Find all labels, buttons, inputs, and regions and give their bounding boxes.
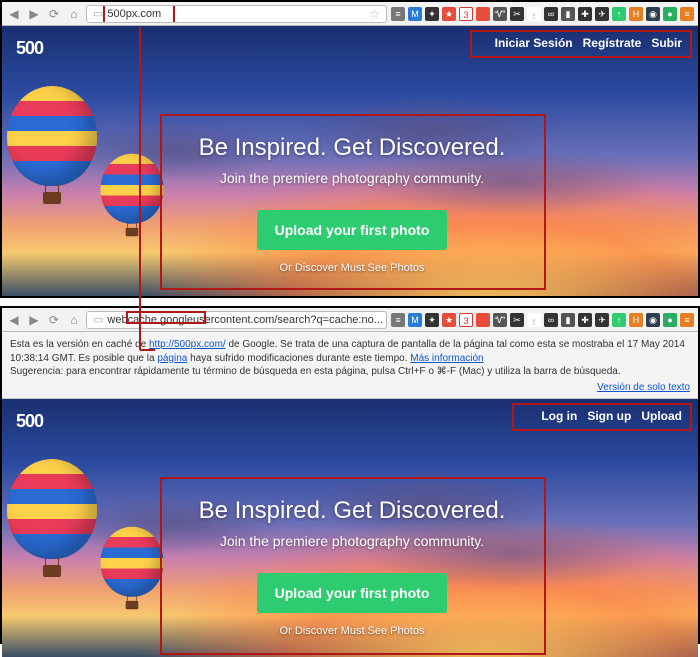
cache-more-info-link[interactable]: Más información [410, 353, 483, 364]
panel-cached-site: ◀ ▶ ⟳ ⌂ ▭ webcache.googleusercontent.com… [0, 306, 700, 644]
url-text: webcache.googleusercontent.com/search?q=… [107, 314, 382, 326]
bookmark-star-icon[interactable]: ☆ [365, 7, 380, 21]
browser-url-bar: ◀ ▶ ⟳ ⌂ ▭ webcache.googleusercontent.com… [2, 308, 698, 332]
address-bar[interactable]: ▭ webcache.googleusercontent.com/search?… [86, 311, 387, 329]
hero-subheadline: Join the premiere photography community. [170, 533, 534, 549]
extension-icon[interactable]: ≡ [391, 7, 405, 21]
google-cache-banner: Esta es la versión en caché de http://50… [2, 332, 698, 399]
panel-live-site: ◀ ▶ ⟳ ⌂ ▭ 500px.com ☆ ≡M✦★3Ꮙ✂⍛∞▮✚✈↑H◉●≡ … [0, 0, 700, 298]
upload-first-photo-button[interactable]: Upload your first photo [257, 210, 448, 250]
signup-link[interactable]: Sign up [587, 409, 631, 423]
cache-pagina-link[interactable]: página [157, 353, 187, 364]
extension-icon[interactable]: 3 [459, 313, 473, 327]
upload-first-photo-button[interactable]: Upload your first photo [257, 573, 448, 613]
login-link[interactable]: Log in [541, 409, 577, 423]
extension-icon[interactable]: M [408, 313, 422, 327]
extension-icon[interactable] [476, 313, 490, 327]
home-button[interactable]: ⌂ [66, 6, 82, 22]
reload-button[interactable]: ⟳ [46, 312, 62, 328]
header-nav: Iniciar Sesión Regístrate Subir [487, 32, 690, 54]
extension-icon[interactable]: ∞ [544, 313, 558, 327]
extension-icon[interactable]: ✚ [578, 313, 592, 327]
upload-link[interactable]: Subir [651, 36, 682, 50]
balloon-graphic [101, 154, 164, 237]
site-logo[interactable]: 500 [16, 38, 43, 59]
extension-icon[interactable]: ≡ [680, 313, 694, 327]
signup-link[interactable]: Regístrate [583, 36, 642, 50]
site-logo[interactable]: 500 [16, 411, 43, 432]
extension-icon[interactable]: M [408, 7, 422, 21]
bookmark-star-icon[interactable]: ☆ [383, 313, 387, 327]
hero-headline: Be Inspired. Get Discovered. [170, 497, 534, 525]
extension-icon[interactable]: ✚ [578, 7, 592, 21]
discover-link[interactable]: Or Discover Must See Photos [170, 625, 534, 637]
extension-icon[interactable]: ◉ [646, 7, 660, 21]
extension-icon[interactable]: Ꮙ [493, 313, 507, 327]
discover-link[interactable]: Or Discover Must See Photos [170, 262, 534, 274]
cache-source-link[interactable]: http://500px.com/ [149, 339, 226, 350]
forward-button[interactable]: ▶ [26, 312, 42, 328]
site-header: 500 Iniciar Sesión Regístrate Subir [2, 26, 698, 70]
site-header: 500 Log in Sign up Upload [2, 399, 698, 443]
extension-icon[interactable]: ★ [442, 313, 456, 327]
back-button[interactable]: ◀ [6, 6, 22, 22]
extension-icon[interactable] [476, 7, 490, 21]
extension-icon[interactable]: ◉ [646, 313, 660, 327]
balloon-graphic [101, 527, 164, 610]
extension-icon[interactable]: ⍛ [527, 7, 541, 21]
hero-copy: Be Inspired. Get Discovered. Join the pr… [162, 122, 542, 284]
extension-icon[interactable]: ✈ [595, 313, 609, 327]
hero-subheadline: Join the premiere photography community. [170, 170, 534, 186]
extension-icon[interactable]: ✦ [425, 7, 439, 21]
cache-hint: Sugerencia: para encontrar rápidamente t… [10, 365, 690, 379]
balloon-graphic [7, 459, 97, 577]
text-only-version-link[interactable]: Versión de solo texto [597, 382, 690, 393]
login-link[interactable]: Iniciar Sesión [495, 36, 573, 50]
extension-tray: ≡M✦★3Ꮙ✂⍛∞▮✚✈↑H◉●≡ [391, 313, 694, 327]
extension-icon[interactable]: ⍛ [527, 313, 541, 327]
extension-icon[interactable]: ↑ [612, 313, 626, 327]
extension-icon[interactable]: H [629, 7, 643, 21]
page-icon: ▭ [93, 7, 103, 20]
extension-icon[interactable]: ∞ [544, 7, 558, 21]
extension-icon[interactable]: ↑ [612, 7, 626, 21]
extension-tray: ≡M✦★3Ꮙ✂⍛∞▮✚✈↑H◉●≡ [391, 7, 694, 21]
hero-section: 500 Log in Sign up Upload Be Inspired. G… [2, 399, 698, 657]
hero-section: 500 Iniciar Sesión Regístrate Subir Be I… [2, 26, 698, 296]
extension-icon[interactable]: ▮ [561, 313, 575, 327]
extension-icon[interactable]: 3 [459, 7, 473, 21]
url-text: 500px.com [107, 8, 161, 20]
extension-icon[interactable]: ● [663, 7, 677, 21]
home-button[interactable]: ⌂ [66, 312, 82, 328]
address-bar[interactable]: ▭ 500px.com ☆ [86, 5, 387, 23]
extension-icon[interactable]: ✈ [595, 7, 609, 21]
forward-button[interactable]: ▶ [26, 6, 42, 22]
browser-url-bar: ◀ ▶ ⟳ ⌂ ▭ 500px.com ☆ ≡M✦★3Ꮙ✂⍛∞▮✚✈↑H◉●≡ [2, 2, 698, 26]
extension-icon[interactable]: ★ [442, 7, 456, 21]
extension-icon[interactable]: ≡ [680, 7, 694, 21]
back-button[interactable]: ◀ [6, 312, 22, 328]
header-nav: Log in Sign up Upload [533, 405, 690, 427]
extension-icon[interactable]: Ꮙ [493, 7, 507, 21]
extension-icon[interactable]: ● [663, 313, 677, 327]
extension-icon[interactable]: ✂ [510, 7, 524, 21]
extension-icon[interactable]: ✂ [510, 313, 524, 327]
page-icon: ▭ [93, 313, 103, 326]
extension-icon[interactable]: H [629, 313, 643, 327]
extension-icon[interactable]: ✦ [425, 313, 439, 327]
hero-copy: Be Inspired. Get Discovered. Join the pr… [162, 485, 542, 647]
extension-icon[interactable]: ≡ [391, 313, 405, 327]
extension-icon[interactable]: ▮ [561, 7, 575, 21]
upload-link[interactable]: Upload [641, 409, 682, 423]
hero-headline: Be Inspired. Get Discovered. [170, 134, 534, 162]
cache-text: Esta es la versión en caché de http://50… [10, 338, 690, 365]
balloon-graphic [7, 86, 97, 204]
reload-button[interactable]: ⟳ [46, 6, 62, 22]
